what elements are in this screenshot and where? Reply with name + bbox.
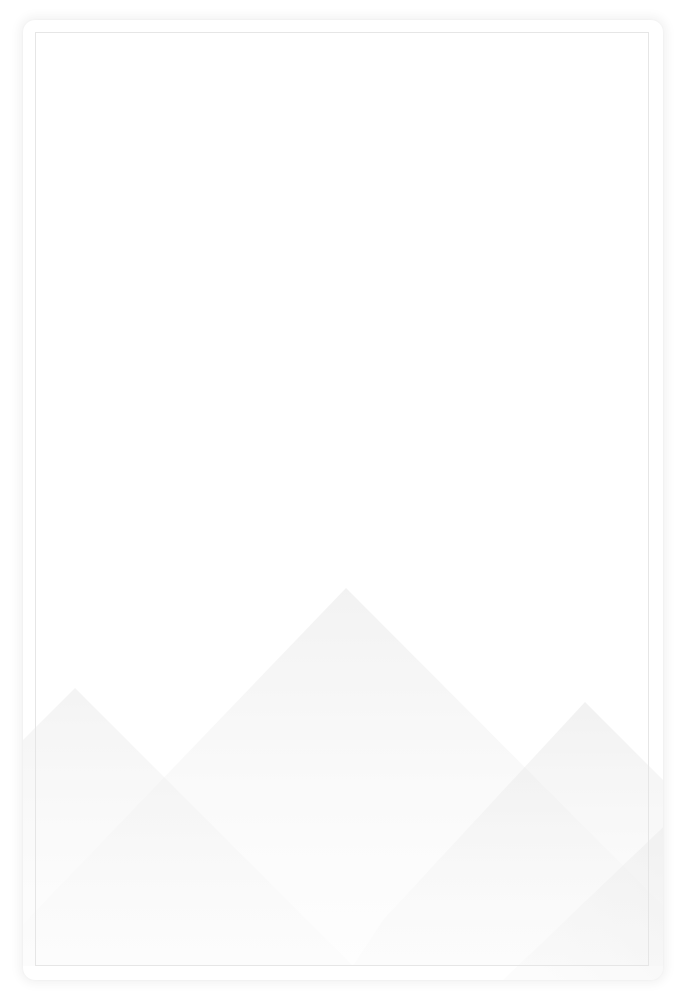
mountain-illustration [23, 588, 663, 980]
placeholder-card [23, 20, 663, 980]
